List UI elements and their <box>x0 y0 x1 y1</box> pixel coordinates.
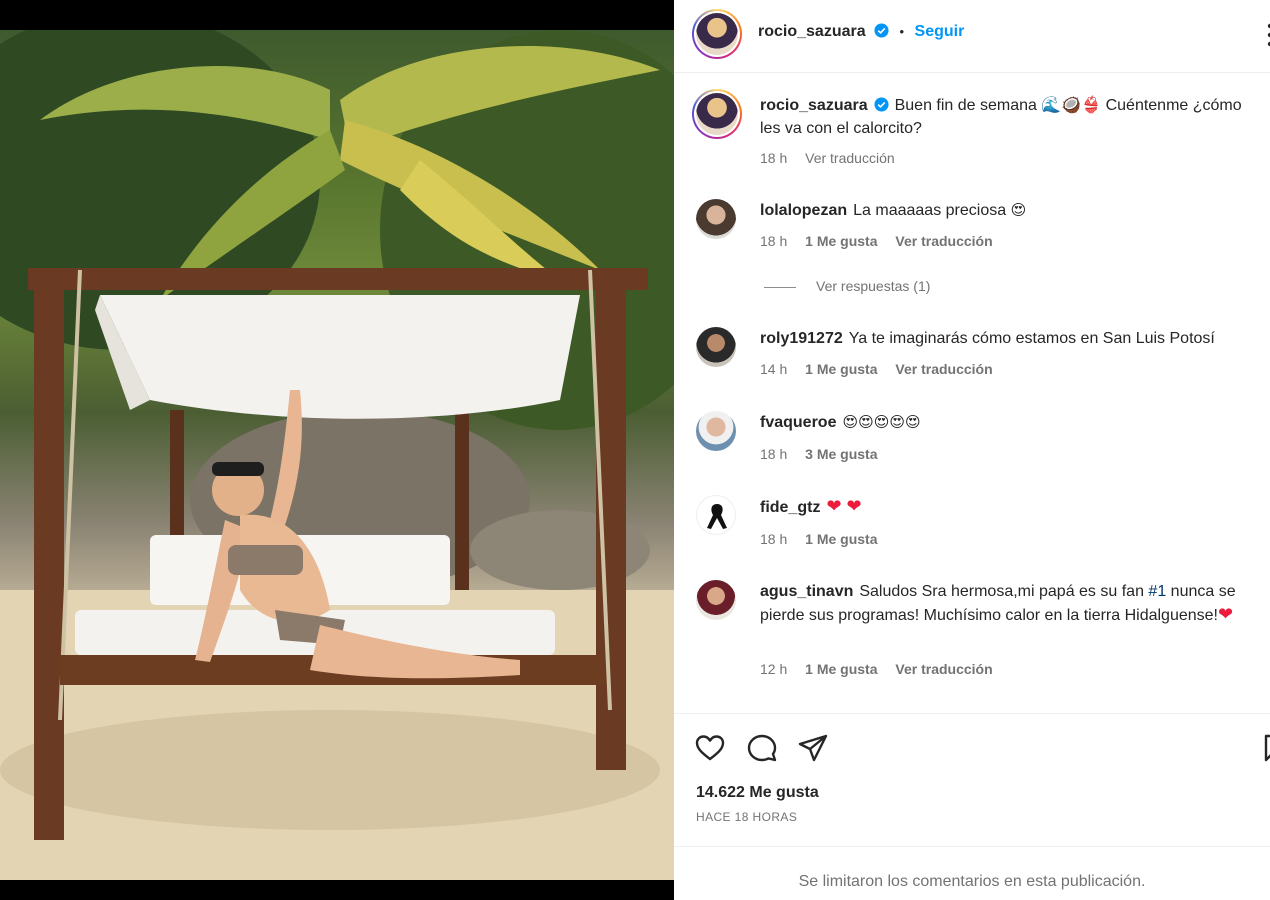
hashtag-link[interactable]: #1 <box>1148 583 1166 600</box>
comment-translate-link[interactable]: Ver traducción <box>895 361 992 377</box>
caption-translate-link[interactable]: Ver traducción <box>805 150 895 166</box>
caption-username[interactable]: rocio_sazuara <box>760 97 868 114</box>
comment-text: roly191272 Ya te imaginarás cómo estamos … <box>760 327 1250 350</box>
comment-meta: 14 h 1 Me gusta Ver traducción <box>760 361 1007 377</box>
comment-text: fvaqueroe 😍😍😍😍😍 <box>760 411 1250 434</box>
verified-badge-icon <box>874 97 889 112</box>
author-username[interactable]: rocio_sazuara <box>758 23 866 40</box>
comment-meta: 18 h 1 Me gusta <box>760 531 892 547</box>
comment-meta: 18 h 3 Me gusta <box>760 446 892 462</box>
caption-time[interactable]: 18 h <box>760 150 787 166</box>
heart-icon[interactable] <box>694 732 726 764</box>
comment-meta: 12 h 1 Me gusta Ver traducción <box>760 661 1007 677</box>
comment-time[interactable]: 18 h <box>760 531 787 547</box>
follow-button[interactable]: Seguir <box>915 23 965 40</box>
comment-body: Ya te imaginarás cómo estamos en San Lui… <box>848 330 1215 347</box>
caption-text: rocio_sazuara Buen fin de semana 🌊🥥👙 Cuén… <box>760 94 1250 140</box>
comment-avatar[interactable] <box>696 199 736 239</box>
comment-translate-link[interactable]: Ver traducción <box>895 233 992 249</box>
comment-icon[interactable] <box>746 732 778 764</box>
author-avatar[interactable] <box>692 9 742 59</box>
comment-body: La maaaaas preciosa <box>853 202 1007 219</box>
comment-text: fide_gtz ❤ ❤ <box>760 495 1250 519</box>
post-details-panel: rocio_sazuara • Seguir rocio_sazuara Buen… <box>674 0 1270 900</box>
comment-avatar[interactable] <box>696 411 736 451</box>
post-media <box>0 0 674 900</box>
beach-cabana-illustration <box>0 30 674 880</box>
comment-likes[interactable]: 1 Me gusta <box>805 233 877 249</box>
post-timestamp[interactable]: HACE 18 HORAS <box>696 810 797 824</box>
heart-eyes-emoji: 😍😍😍😍😍 <box>842 413 921 431</box>
post-photo[interactable] <box>0 30 674 880</box>
comments-limited-notice: Se limitaron los comentarios en esta pub… <box>674 846 1270 900</box>
heart-eyes-emoji: 😍 <box>1010 201 1027 219</box>
comment-username[interactable]: agus_tinavn <box>760 583 853 600</box>
comment-translate-link[interactable]: Ver traducción <box>895 661 992 677</box>
comment-username[interactable]: fide_gtz <box>760 499 820 516</box>
comment-likes[interactable]: 3 Me gusta <box>805 446 877 462</box>
comment-likes[interactable]: 1 Me gusta <box>805 531 877 547</box>
black-ribbon-icon <box>707 504 727 529</box>
more-options-icon[interactable] <box>1266 22 1270 48</box>
comment-likes[interactable]: 1 Me gusta <box>805 661 877 677</box>
comment-username[interactable]: fvaqueroe <box>760 414 836 431</box>
bookmark-icon[interactable] <box>1264 732 1270 764</box>
comment-avatar[interactable] <box>696 495 736 535</box>
red-heart-emoji: ❤ <box>1218 604 1234 624</box>
author-line: rocio_sazuara • Seguir <box>758 23 964 41</box>
comment-body: Saludos Sra hermosa,mi papá es su fan <box>859 583 1144 600</box>
comment-avatar[interactable] <box>696 327 736 367</box>
comment-text: agus_tinavn Saludos Sra hermosa,mi papá e… <box>760 580 1250 627</box>
comment-meta: 18 h 1 Me gusta Ver traducción <box>760 233 1007 249</box>
comment-time[interactable]: 18 h <box>760 446 787 462</box>
separator-dot: • <box>899 24 905 39</box>
view-replies-button[interactable]: Ver respuestas (1) <box>764 278 930 294</box>
comment-time[interactable]: 18 h <box>760 233 787 249</box>
comment-time[interactable]: 14 h <box>760 361 787 377</box>
comment-avatar[interactable] <box>696 580 736 620</box>
post-actions: 14.622 Me gusta HACE 18 HORAS <box>674 713 1270 846</box>
replies-line <box>764 286 796 288</box>
comment-text: lolalopezan La maaaaas preciosa 😍 <box>760 199 1250 222</box>
share-icon[interactable] <box>797 732 829 764</box>
comment-username[interactable]: lolalopezan <box>760 202 847 219</box>
view-replies-label: Ver respuestas (1) <box>816 278 931 294</box>
comment-likes[interactable]: 1 Me gusta <box>805 361 877 377</box>
caption-meta: 18 h Ver traducción <box>760 150 909 166</box>
caption-avatar[interactable] <box>692 89 742 139</box>
post-header: rocio_sazuara • Seguir <box>674 0 1270 73</box>
comment-username[interactable]: roly191272 <box>760 330 843 347</box>
comments-list[interactable]: rocio_sazuara Buen fin de semana 🌊🥥👙 Cuén… <box>674 73 1270 713</box>
verified-badge-icon <box>874 23 889 38</box>
likes-count[interactable]: 14.622 Me gusta <box>696 784 819 802</box>
comment-time[interactable]: 12 h <box>760 661 787 677</box>
red-heart-emoji: ❤ ❤ <box>826 496 862 516</box>
